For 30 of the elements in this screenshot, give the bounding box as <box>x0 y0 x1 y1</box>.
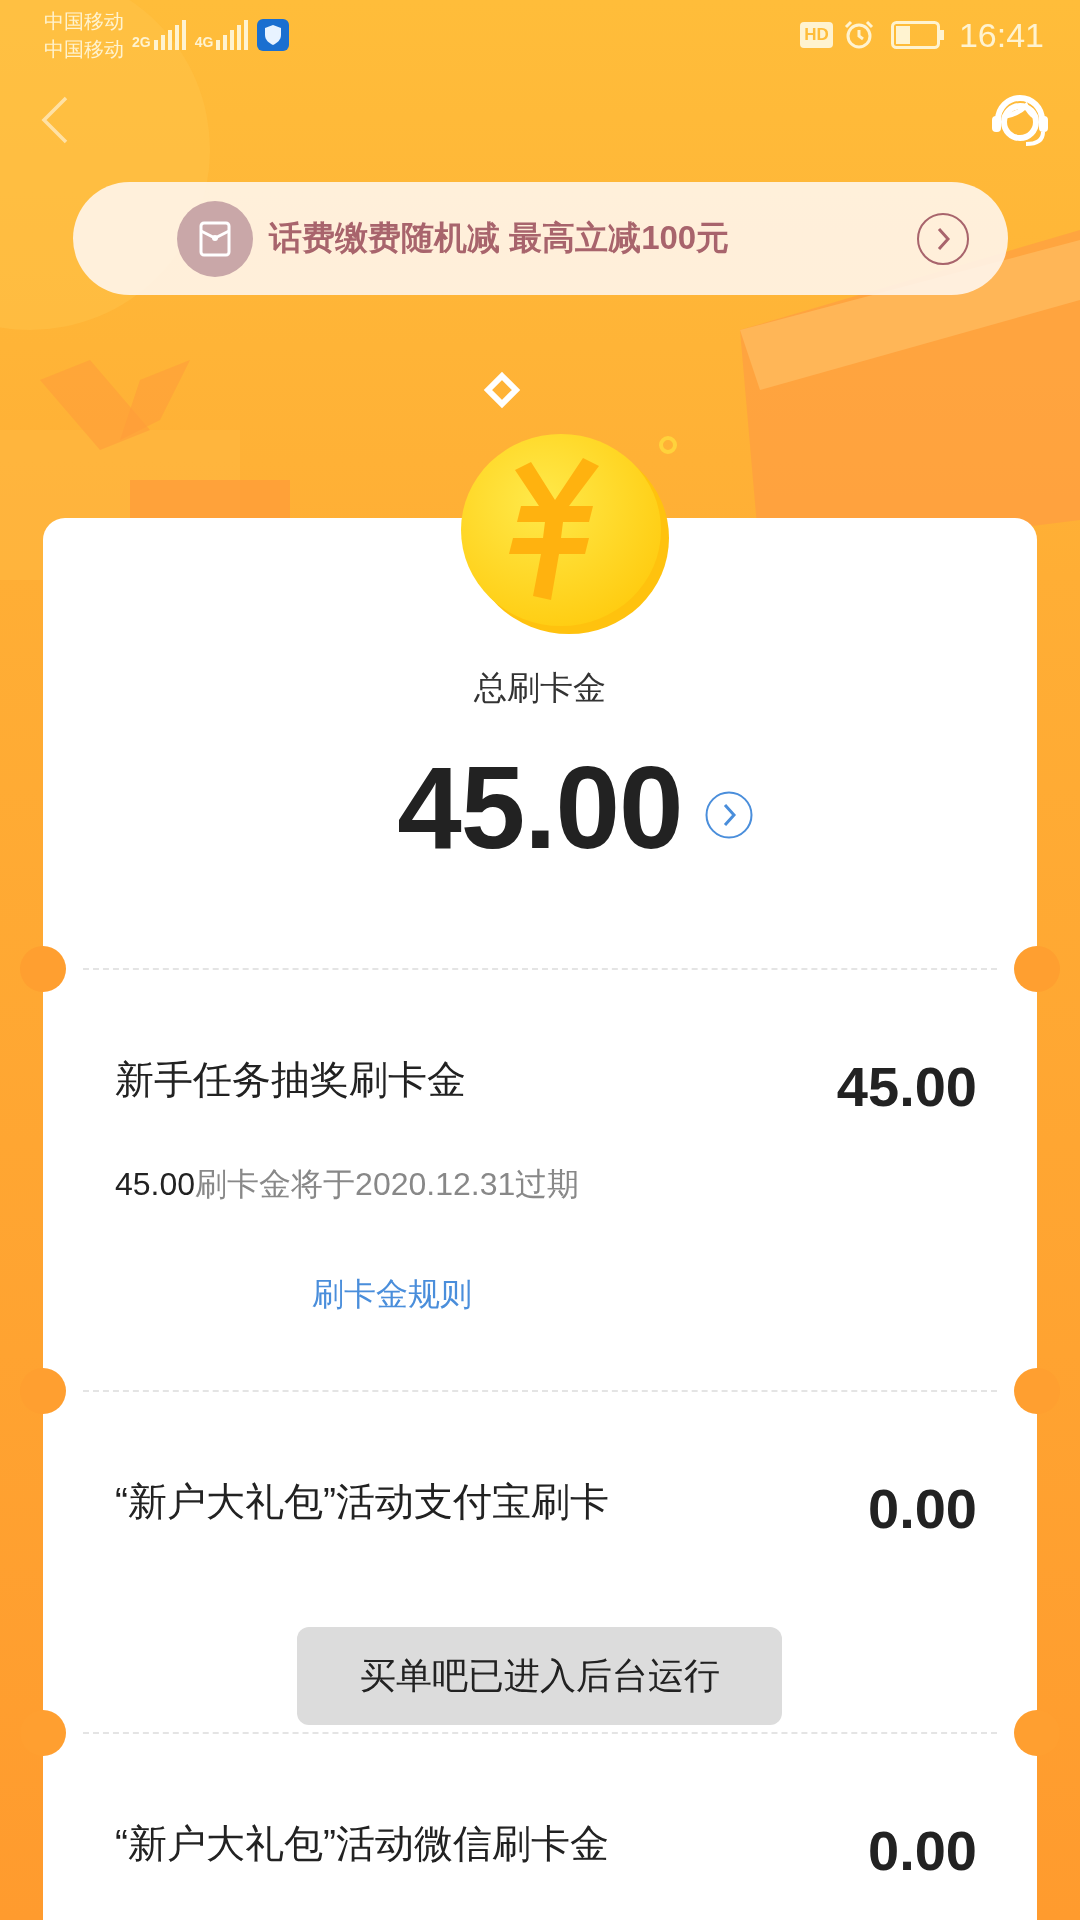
item-title: 新手任务抽奖刷卡金 <box>115 1057 466 1103</box>
item-amount: 0.00 <box>868 1826 977 1876</box>
ticket-notch <box>1014 946 1060 992</box>
signal-icon <box>215 20 250 50</box>
back-button[interactable] <box>40 95 70 145</box>
ticket-notch <box>20 946 66 992</box>
network-type: 2G <box>132 34 151 50</box>
envelope-icon <box>177 201 253 277</box>
item-title: “新户大礼包”活动微信刷卡金 <box>115 1821 609 1867</box>
battery-icon <box>890 21 945 49</box>
item-title: “新户大礼包”活动支付宝刷卡 <box>115 1479 609 1525</box>
carrier-name: 中国移动 <box>44 37 124 62</box>
signal-icon <box>152 20 187 50</box>
total-label: 总刷卡金 <box>474 668 606 708</box>
chevron-right-icon <box>916 211 970 266</box>
network-type: 4G <box>194 34 214 50</box>
chevron-right-icon[interactable] <box>704 791 753 839</box>
promo-banner[interactable]: 话费缴费随机减 最高立减100元 <box>73 182 1008 295</box>
total-amount: 45.00 <box>397 743 683 873</box>
rules-link[interactable]: 刷卡金规则 <box>312 1272 472 1316</box>
promo-text: 话费缴费随机减 最高立减100元 <box>269 218 731 258</box>
alarm-icon <box>842 19 875 51</box>
expiry-note: 45.00刷卡金将于2020.12.31过期 <box>115 1165 581 1204</box>
background-run-toast: 买单吧已进入后台运行 <box>297 1627 782 1725</box>
clock-time: 16:41 <box>958 15 1044 55</box>
hd-indicator: HD <box>800 22 833 48</box>
item-amount: 0.00 <box>868 1484 977 1534</box>
shield-app-icon <box>257 19 290 51</box>
item-amount: 45.00 <box>836 1062 977 1112</box>
carrier-name: 中国移动 <box>44 9 124 34</box>
